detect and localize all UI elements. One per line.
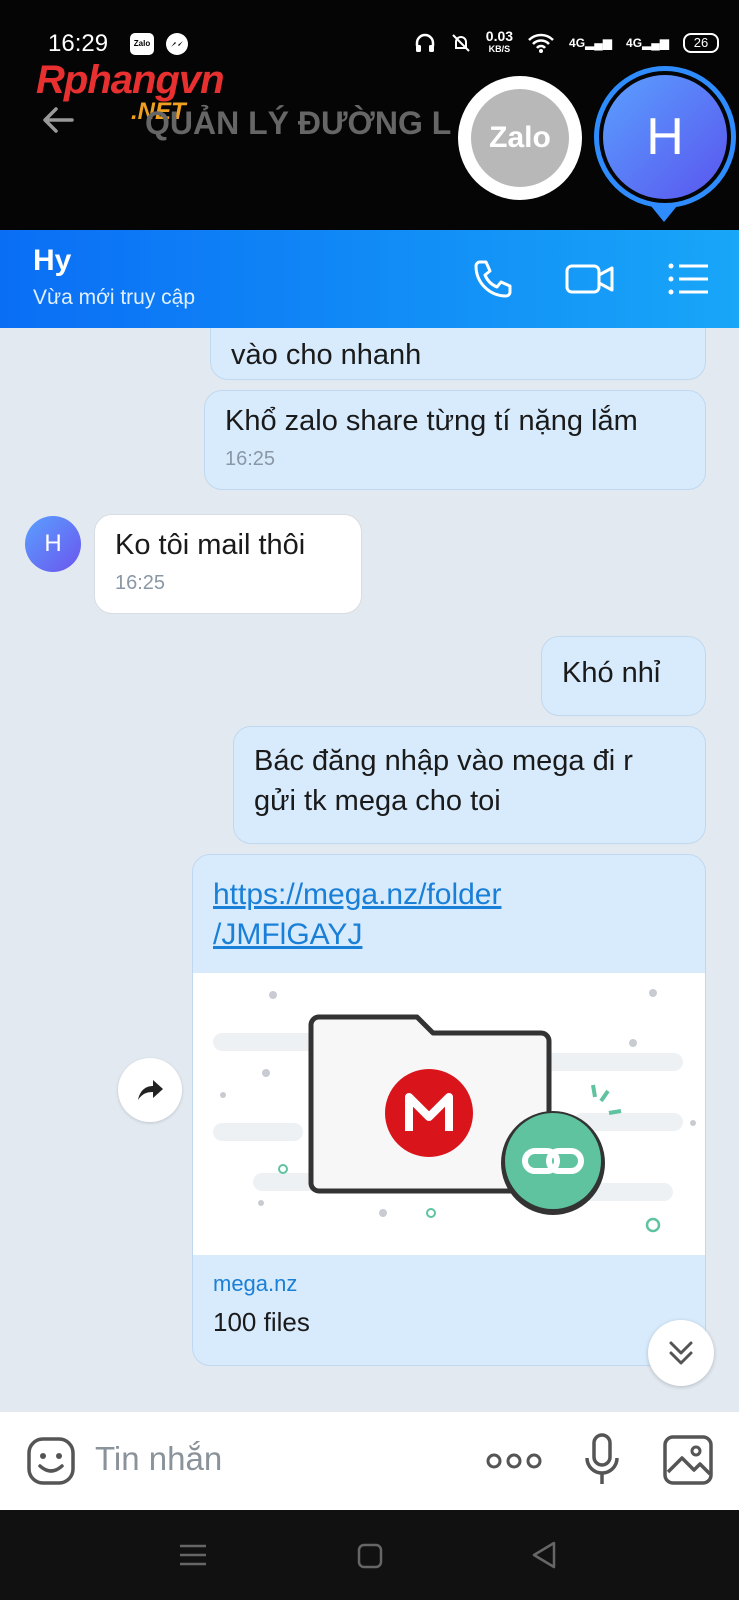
link-description: 100 files xyxy=(213,1307,310,1337)
message-text-line-1: Bác đăng nhập vào mega đi r xyxy=(254,745,633,777)
system-nav-bar xyxy=(0,1510,739,1600)
contact-chat-head[interactable]: H xyxy=(594,66,736,208)
message-input[interactable]: Tin nhắn xyxy=(95,1440,222,1478)
net-speed: 0.03 KB/S xyxy=(485,28,514,54)
link-preview-image[interactable]: M xyxy=(193,973,705,1255)
watermark-logo: Rphangvn .NET xyxy=(36,58,225,125)
watermark-brand: Rphangvn xyxy=(36,58,225,102)
more-icon[interactable] xyxy=(486,1448,542,1479)
zalo-chat-head-label: Zalo xyxy=(471,89,569,187)
zalo-chat-head[interactable]: Zalo xyxy=(458,76,582,200)
wifi-icon xyxy=(528,33,554,53)
signal-4g-2: 4G▂▄▆ xyxy=(626,36,669,50)
underlying-page-title: QUẢN LÝ ĐƯỜNG L xyxy=(145,105,452,141)
message-text: Ko tôi mail thôi xyxy=(115,529,306,561)
message-bubble-out[interactable]: Khổ zalo share từng tí nặng lắm 16:25 xyxy=(204,390,706,490)
message-bubble-out[interactable]: Bác đăng nhập vào mega đi r gửi tk mega … xyxy=(233,726,706,844)
double-chevron-down-icon xyxy=(669,1341,693,1365)
phone-icon[interactable] xyxy=(466,252,520,306)
message-text: Khổ zalo share từng tí nặng lắm xyxy=(225,405,638,437)
recent-apps-icon[interactable] xyxy=(178,1542,208,1573)
battery-indicator: 26 xyxy=(683,33,719,53)
mute-bell-icon xyxy=(452,34,470,52)
chat-header: Hy Vừa mới truy cập xyxy=(0,230,739,328)
contact-name[interactable]: Hy xyxy=(33,244,71,278)
status-icons: 0.03 KB/S 4G▂▄▆ 4G▂▄▆ 26 xyxy=(414,28,719,56)
signal-4g-1: 4G▂▄▆ xyxy=(569,36,613,50)
mic-icon[interactable] xyxy=(583,1432,621,1493)
menu-icon[interactable] xyxy=(662,252,716,306)
image-icon[interactable] xyxy=(662,1434,714,1491)
zalo-notification-icon: Zalo xyxy=(130,33,154,55)
share-button[interactable] xyxy=(118,1058,182,1122)
contact-status: Vừa mới truy cập xyxy=(33,286,196,309)
share-arrow-icon xyxy=(138,1080,163,1100)
emoji-icon[interactable] xyxy=(26,1436,76,1491)
contact-chat-head-initial: H xyxy=(603,75,727,199)
home-icon[interactable] xyxy=(356,1542,384,1575)
message-text: Khó nhỉ xyxy=(562,657,661,689)
message-time: 16:25 xyxy=(225,448,276,470)
message-bubble-out[interactable]: Khó nhỉ xyxy=(541,636,706,716)
contact-avatar[interactable]: H xyxy=(25,516,81,572)
message-text: vào cho nhanh xyxy=(231,339,422,371)
chat-head-pointer xyxy=(651,206,677,222)
back-arrow-icon[interactable] xyxy=(38,100,78,150)
message-bubble-out[interactable]: vào cho nhanh xyxy=(210,328,706,380)
link-preview-card[interactable]: https://mega.nz/folder /JMFlGAYJ mega.nz… xyxy=(192,854,706,1366)
back-nav-icon[interactable] xyxy=(530,1540,558,1575)
composer-bar: Tin nhắn xyxy=(0,1412,739,1510)
message-text-line-2: gửi tk mega cho toi xyxy=(254,785,501,817)
status-time: 16:29 xyxy=(48,30,109,57)
message-bubble-in[interactable]: Ko tôi mail thôi 16:25 xyxy=(94,514,362,614)
messenger-notification-icon xyxy=(166,33,188,55)
scroll-to-bottom-button[interactable] xyxy=(648,1320,714,1386)
link-url[interactable]: https://mega.nz/folder /JMFlGAYJ xyxy=(213,875,683,955)
link-domain: mega.nz xyxy=(213,1271,298,1296)
headset-icon xyxy=(415,33,435,52)
message-time: 16:25 xyxy=(115,572,166,594)
video-icon[interactable] xyxy=(562,252,616,306)
message-list[interactable]: vào cho nhanh Khổ zalo share từng tí nặn… xyxy=(0,328,739,1412)
